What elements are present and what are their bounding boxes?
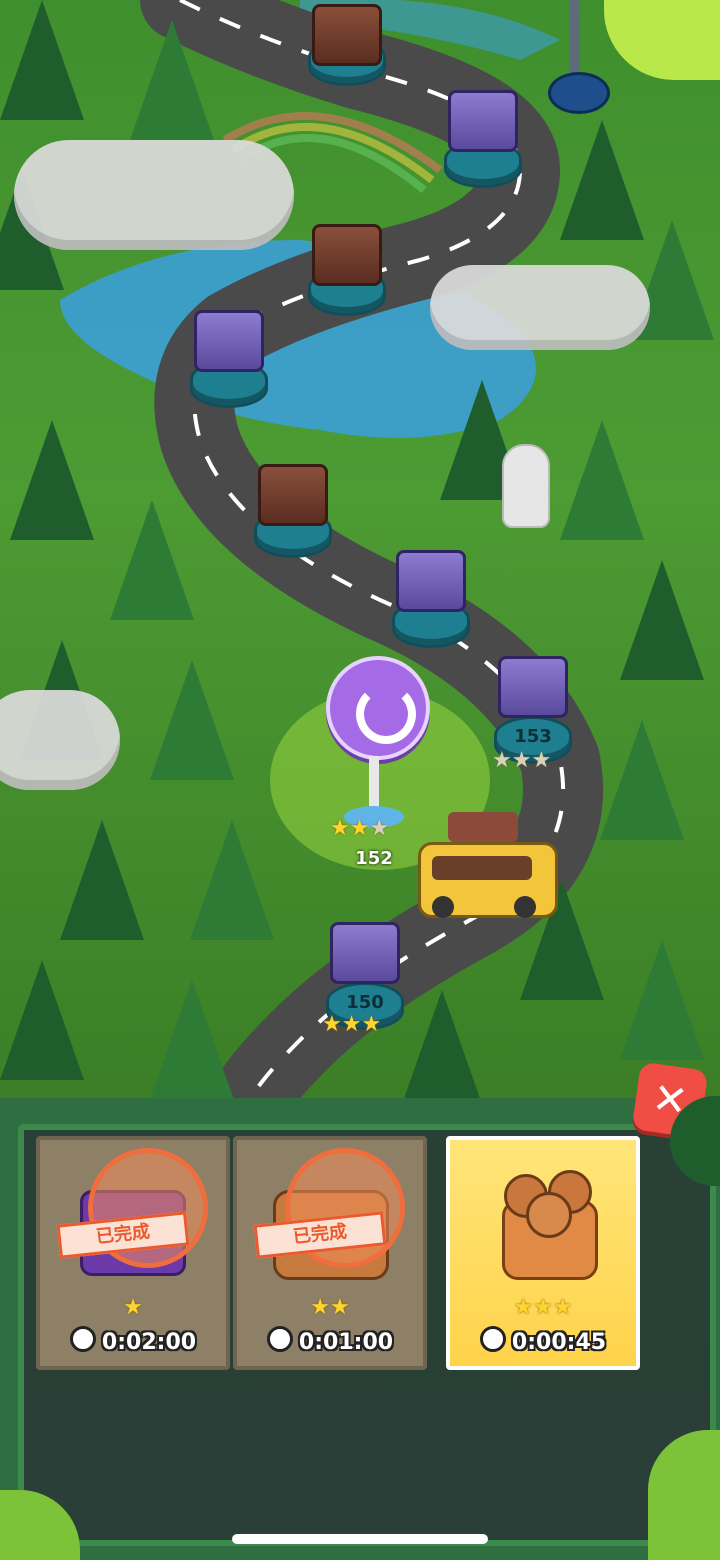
clock-icon [479, 1326, 506, 1352]
cloud [430, 265, 650, 350]
chipmunk-bag-icon [496, 1170, 598, 1280]
level-number: 150 [346, 992, 384, 1013]
card-stars: ★★★ [513, 1295, 573, 1320]
reward-card-1[interactable]: 已完成 ★ 0:02:00 [36, 1136, 230, 1370]
level-number: 152 [355, 848, 393, 869]
card-timer: 0:00:45 [450, 1326, 636, 1355]
level-number: 153 [514, 726, 552, 747]
level-stars: ★★★ [492, 748, 552, 773]
tree-icon [600, 720, 684, 840]
cloud [0, 690, 120, 790]
tree-icon [560, 420, 644, 540]
card-stars: ★★ [310, 1295, 350, 1320]
tree-icon [620, 940, 704, 1060]
tree-icon [130, 20, 214, 140]
pointer-hand-icon [502, 444, 550, 528]
reward-card-2[interactable]: 已完成 ★★ 0:01:00 [233, 1136, 427, 1370]
world-map: 153 ★★★ ★★★ 152 150 ★★★ [0, 0, 720, 1100]
tree-icon [150, 660, 234, 780]
tree-icon [110, 500, 194, 620]
tree-icon [60, 820, 144, 940]
card-timer: 0:01:00 [237, 1326, 423, 1355]
snake-level-icon [326, 656, 430, 760]
tree-icon [0, 960, 84, 1080]
level-stars: ★★★ [330, 816, 390, 841]
cloud [14, 140, 294, 250]
tree-icon [190, 820, 274, 940]
clock-icon [266, 1326, 293, 1352]
home-indicator[interactable] [232, 1534, 488, 1544]
card-timer: 0:02:00 [40, 1326, 226, 1355]
tree-icon [10, 420, 94, 540]
tree-icon [400, 990, 484, 1100]
card-stars: ★ [123, 1295, 143, 1320]
tree-icon [0, 0, 84, 120]
level-stars: ★★★ [322, 1012, 382, 1037]
bus-icon [418, 812, 558, 922]
reward-card-3[interactable]: ★★★ 0:00:45 [446, 1136, 640, 1370]
signpost-icon [548, 0, 610, 114]
tree-icon [620, 560, 704, 680]
clock-icon [69, 1326, 96, 1352]
tree-icon [150, 980, 234, 1100]
